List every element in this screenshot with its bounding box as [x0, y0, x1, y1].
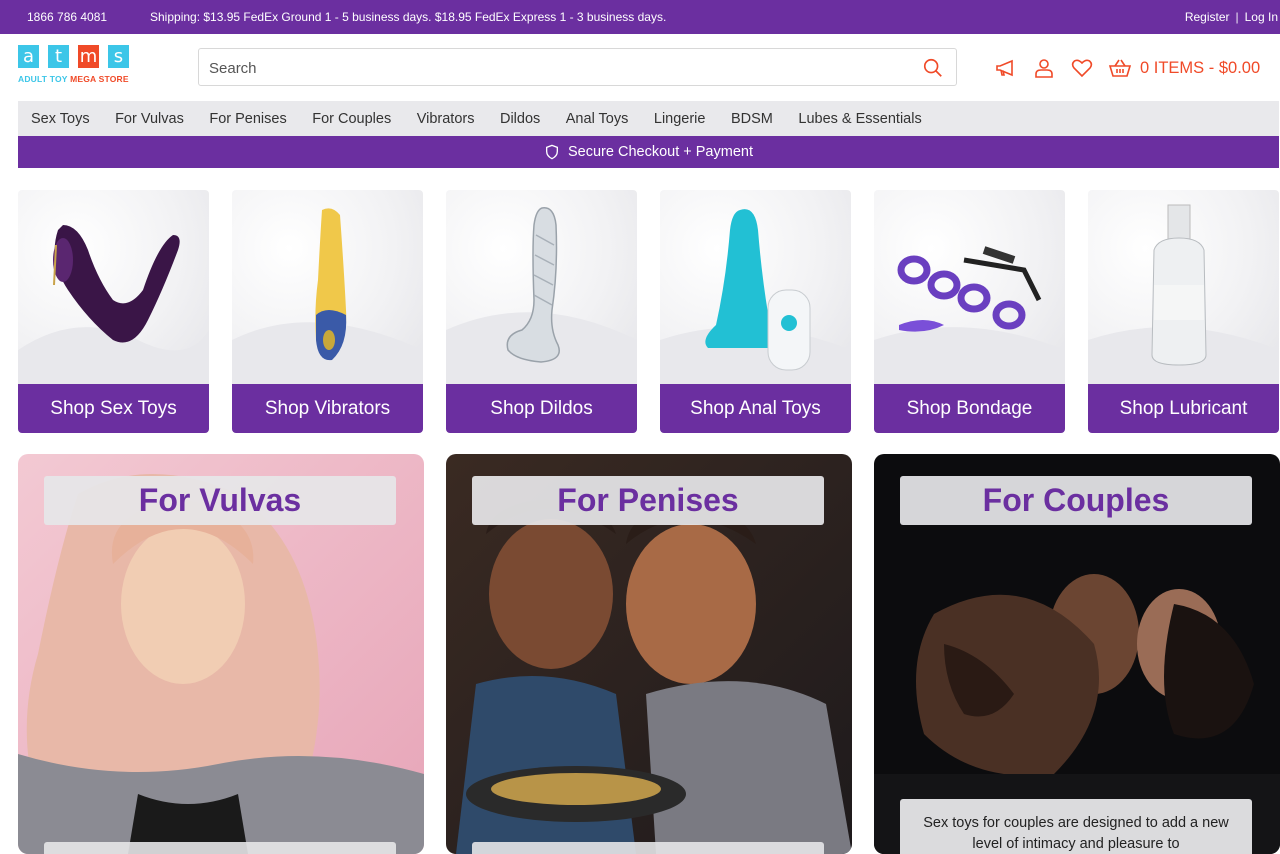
search-input[interactable] — [209, 57, 909, 79]
header: a t m s ADULT TOY MEGA STORE Search 0 IT… — [0, 34, 1280, 101]
logo-letter: t — [48, 45, 69, 68]
main-nav: Sex Toys For Vulvas For Penises For Coup… — [18, 101, 1279, 136]
category-label: Shop Sex Toys — [18, 384, 209, 433]
secure-checkout-banner: Secure Checkout + Payment — [18, 136, 1279, 168]
search-icon[interactable] — [922, 57, 944, 79]
nav-item-lingerie[interactable]: Lingerie — [654, 111, 706, 127]
product-image — [660, 190, 851, 384]
logo-tagline: ADULT TOY MEGA STORE — [18, 74, 158, 84]
panel-title: For Couples — [900, 476, 1252, 525]
panel-title: For Penises — [472, 476, 824, 525]
nav-item-for-vulvas[interactable]: For Vulvas — [115, 111, 184, 127]
logo[interactable]: a t m s ADULT TOY MEGA STORE — [18, 45, 158, 93]
product-image — [18, 190, 209, 384]
shipping-info: Shipping: $13.95 FedEx Ground 1 - 5 busi… — [150, 10, 667, 24]
cart-summary[interactable]: 0 ITEMS - $0.00 — [1140, 59, 1260, 78]
heart-icon[interactable] — [1070, 56, 1094, 80]
category-label: Shop Vibrators — [232, 384, 423, 433]
nav-item-sex-toys[interactable]: Sex Toys — [31, 111, 90, 127]
nav-item-vibrators[interactable]: Vibrators — [417, 111, 475, 127]
category-card-dildos[interactable]: Shop Dildos — [446, 190, 637, 433]
category-card-bondage[interactable]: Shop Bondage — [874, 190, 1065, 433]
product-image — [232, 190, 423, 384]
shield-icon — [546, 144, 558, 160]
login-link[interactable]: Log In — [1245, 10, 1278, 24]
product-image — [874, 190, 1065, 384]
panel-description: Sex toys for couples are designed to add… — [900, 799, 1252, 854]
panel-for-couples[interactable]: For Couples Sex toys for couples are des… — [874, 454, 1280, 854]
panel-for-penises[interactable]: For Penises — [446, 454, 852, 854]
search-bar — [198, 48, 957, 86]
category-label: Shop Lubricant — [1088, 384, 1279, 433]
basket-icon[interactable] — [1108, 56, 1132, 80]
logo-letter: m — [78, 45, 99, 68]
panel-caption-box — [472, 842, 824, 854]
logo-letter: s — [108, 45, 129, 68]
separator: | — [1235, 10, 1239, 24]
nav-item-for-couples[interactable]: For Couples — [312, 111, 391, 127]
panel-title: For Vulvas — [44, 476, 396, 525]
phone-number[interactable]: 1866 786 4081 — [27, 10, 107, 24]
nav-item-bdsm[interactable]: BDSM — [731, 111, 773, 127]
category-label: Shop Dildos — [446, 384, 637, 433]
user-icon[interactable] — [1032, 56, 1056, 80]
product-image — [446, 190, 637, 384]
panel-caption-box — [44, 842, 396, 854]
account-links: Register | Log In — [1185, 10, 1278, 24]
logo-letter: a — [18, 45, 39, 68]
nav-item-lubes[interactable]: Lubes & Essentials — [798, 111, 921, 127]
nav-item-for-penises[interactable]: For Penises — [209, 111, 286, 127]
category-card-sex-toys[interactable]: Shop Sex Toys — [18, 190, 209, 433]
product-image — [1088, 190, 1279, 384]
top-bar: 1866 786 4081 Shipping: $13.95 FedEx Gro… — [0, 0, 1280, 34]
tagline-part-2: MEGA STORE — [70, 74, 129, 84]
megaphone-icon[interactable] — [994, 56, 1018, 80]
tagline-part-1: ADULT TOY — [18, 74, 68, 84]
panel-for-vulvas[interactable]: For Vulvas — [18, 454, 424, 854]
nav-item-anal-toys[interactable]: Anal Toys — [566, 111, 629, 127]
secure-checkout-text: Secure Checkout + Payment — [568, 144, 753, 160]
category-label: Shop Anal Toys — [660, 384, 851, 433]
register-link[interactable]: Register — [1185, 10, 1230, 24]
category-card-lubricant[interactable]: Shop Lubricant — [1088, 190, 1279, 433]
category-card-vibrators[interactable]: Shop Vibrators — [232, 190, 423, 433]
category-label: Shop Bondage — [874, 384, 1065, 433]
nav-item-dildos[interactable]: Dildos — [500, 111, 540, 127]
category-cards: Shop Sex Toys Shop Vibrators Shop Dildos — [18, 190, 1279, 433]
header-icons: 0 ITEMS - $0.00 — [994, 56, 1260, 80]
category-card-anal-toys[interactable]: Shop Anal Toys — [660, 190, 851, 433]
